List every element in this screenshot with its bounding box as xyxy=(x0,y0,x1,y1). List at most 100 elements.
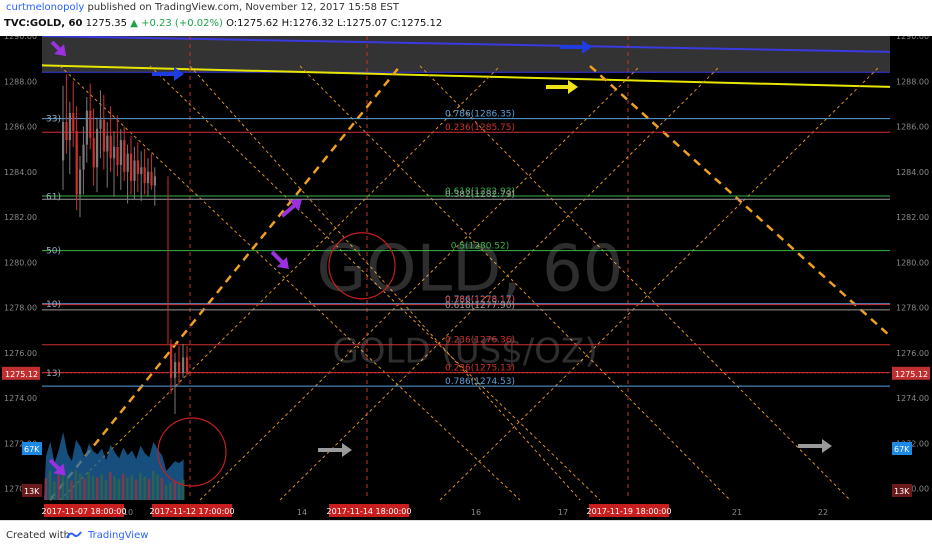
candle-body xyxy=(182,357,185,374)
volume-bar xyxy=(44,478,47,500)
price-change: +0.23 (+0.02%) xyxy=(141,18,223,29)
time-tick-label: 22 xyxy=(818,508,828,517)
candle-body xyxy=(150,171,153,186)
candle-body xyxy=(79,169,82,195)
time-tick-label: 21 xyxy=(732,508,742,517)
candle-body xyxy=(153,176,156,186)
candle-body xyxy=(178,361,181,374)
volume-bar xyxy=(126,477,129,500)
price-tick-label: 1284.00 xyxy=(896,168,929,177)
channel-band xyxy=(42,36,890,73)
price-tick-label: 1276.00 xyxy=(896,349,929,358)
volume-bar xyxy=(96,477,99,500)
price-tick-label: 1278.00 xyxy=(4,304,37,313)
volume-bar xyxy=(66,476,69,500)
fib-level-label: 0.382(1282.79) xyxy=(445,190,515,200)
chart-header: curtmelonopoly published on TradingView.… xyxy=(0,0,932,36)
candle-body xyxy=(62,122,65,161)
footer: Created with TradingView xyxy=(0,520,932,551)
published-text: published on TradingView.com, November 1… xyxy=(87,2,399,13)
price-tick-label: 1280.00 xyxy=(4,258,37,267)
gray-arrow-icon xyxy=(798,439,832,453)
candle-body xyxy=(92,137,95,168)
candle-body xyxy=(113,146,116,159)
price-tick-label: 1286.00 xyxy=(4,123,37,132)
candle-body xyxy=(82,144,85,170)
date-tag-label: 2017-11-07 18:00:00 xyxy=(42,507,127,516)
candle-body xyxy=(140,167,143,175)
volume-tag-low-label: 13K xyxy=(894,487,910,496)
price-tick-label: 1290.00 xyxy=(4,36,37,41)
candle-body xyxy=(123,140,126,172)
volume-bar xyxy=(91,475,95,500)
volume-bar xyxy=(78,473,82,500)
candle-body xyxy=(126,153,129,172)
tradingview-logo-icon xyxy=(66,531,82,539)
volume-bar xyxy=(173,480,176,500)
left-level-label: 10) xyxy=(46,300,61,310)
candle-body xyxy=(130,153,133,181)
highlight-circle xyxy=(157,417,227,487)
volume-bar xyxy=(160,477,164,500)
gray-arrow-icon xyxy=(318,443,352,457)
price-tick-label: 1290.00 xyxy=(896,36,929,41)
arrow-head xyxy=(568,80,578,94)
volume-tag-high-label: 67K xyxy=(894,445,910,454)
price-tick-label: 1278.00 xyxy=(896,304,929,313)
candle-body xyxy=(72,112,75,132)
volume-bar xyxy=(57,474,60,500)
price-tick-label: 1274.00 xyxy=(896,394,929,403)
candle-body xyxy=(109,135,112,159)
chart-area[interactable]: GOLD, 60 GOLD (US$/OZ) 0.786(1286.35) 0.23… xyxy=(0,32,932,520)
price-tick-label: 1282.00 xyxy=(896,213,929,222)
volume-tag-low-label: 13K xyxy=(24,487,40,496)
time-tick-label: 16 xyxy=(471,508,481,517)
price-tick-label: 1288.00 xyxy=(4,77,37,86)
price-tick-label: 1280.00 xyxy=(896,258,929,267)
volume-bar xyxy=(104,480,108,500)
symbol-line: TVC:GOLD, 60 1275.35 ▲ +0.23 (+0.02%) O:… xyxy=(4,18,442,29)
volume-bar xyxy=(143,476,146,500)
candle-body xyxy=(186,357,189,374)
symbol-name[interactable]: TVC:GOLD, 60 xyxy=(4,18,82,29)
price-tick-label: 1274.00 xyxy=(4,394,37,403)
volume-bar xyxy=(113,476,116,500)
candle-body xyxy=(65,122,68,141)
volume-bar xyxy=(74,469,78,500)
gold-chart[interactable]: GOLD, 60GOLD (US$/OZ) 0.786(1286.35)0.23… xyxy=(0,32,932,520)
up-arrow-icon: ▲ xyxy=(130,18,138,29)
yellow-arrow-icon xyxy=(546,80,578,94)
time-axis xyxy=(0,502,932,520)
price-tick-label: 1276.00 xyxy=(4,349,37,358)
volume-bar xyxy=(109,472,112,500)
volume-bar xyxy=(164,485,168,500)
left-level-label: 61) xyxy=(46,193,61,203)
volume-bar xyxy=(121,473,125,500)
volume-bar xyxy=(147,478,151,500)
candle-body xyxy=(116,146,119,166)
tradingview-link[interactable]: TradingView xyxy=(88,530,148,541)
volume-bar xyxy=(156,474,159,500)
last-price: 1275.35 xyxy=(85,18,128,29)
left-level-label: 50) xyxy=(46,247,61,257)
candle-body xyxy=(68,112,71,141)
candle-body xyxy=(75,131,78,195)
candle-body xyxy=(147,171,150,184)
candle-body xyxy=(143,167,146,184)
volume-bar xyxy=(117,479,121,500)
volume-bar xyxy=(134,479,138,500)
date-tag-label: 2017-11-12 17:00:00 xyxy=(150,507,235,516)
candle-body xyxy=(106,135,109,152)
price-tick-label: 1286.00 xyxy=(896,123,929,132)
volume-bar xyxy=(130,475,133,500)
candle-body xyxy=(136,160,139,175)
created-with-text: Created with xyxy=(6,530,70,541)
candle-body xyxy=(170,343,173,378)
price-tick-label: 1288.00 xyxy=(896,77,929,86)
date-tag-label: 2017-11-19 18:00:00 xyxy=(587,507,672,516)
author-link[interactable]: curtmelonopoly xyxy=(6,2,84,13)
volume-bar xyxy=(100,474,103,500)
volume-bar xyxy=(53,481,56,500)
candle-body xyxy=(89,110,92,138)
volume-bar xyxy=(83,478,86,500)
